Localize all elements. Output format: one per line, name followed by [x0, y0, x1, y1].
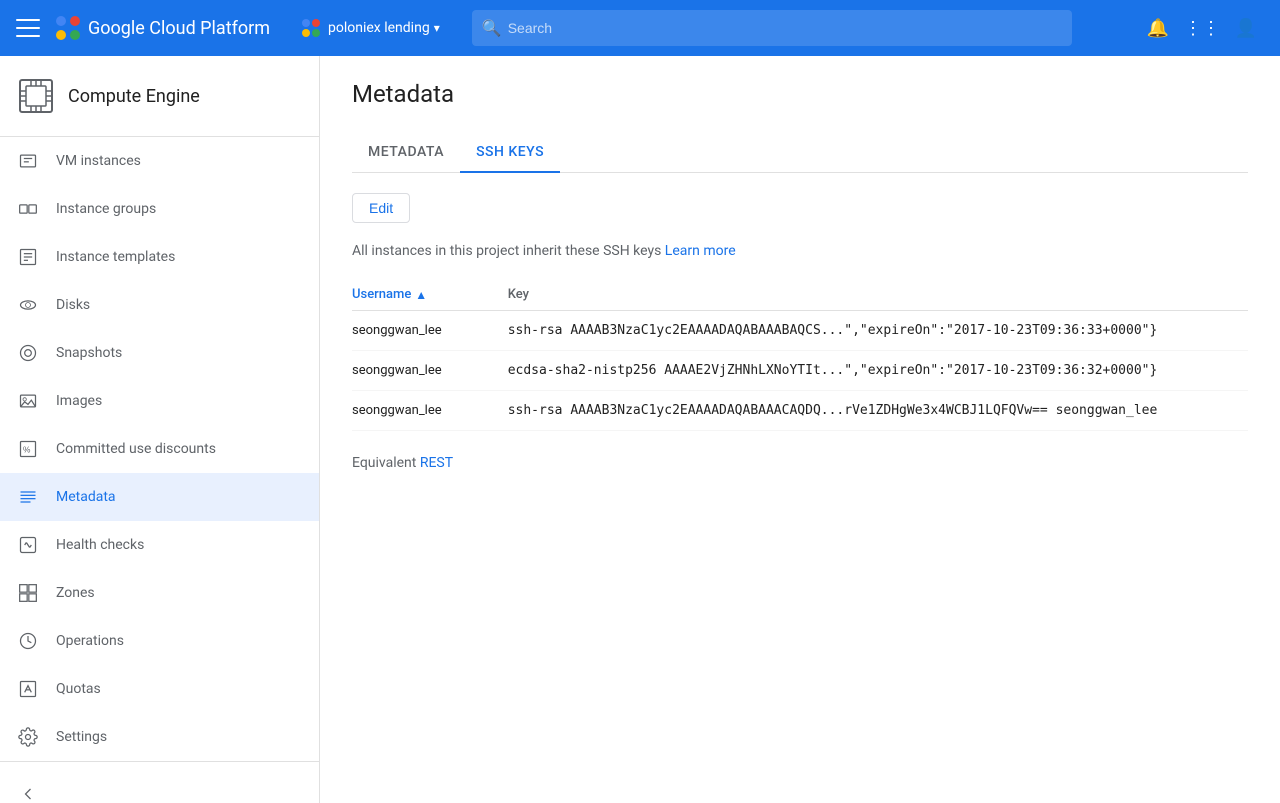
topbar-right-actions: 🔔 ⋮⋮ 👤 [1140, 10, 1264, 46]
chevron-down-icon: ▾ [434, 21, 440, 35]
username-column-header[interactable]: Username ▲ [352, 279, 508, 311]
edit-button[interactable]: Edit [352, 193, 410, 223]
vm-instances-icon [16, 149, 40, 173]
search-icon: 🔍 [482, 19, 502, 38]
sidebar-collapse-button[interactable] [0, 770, 319, 803]
project-name: poloniex lending [328, 20, 430, 36]
menu-button[interactable] [16, 16, 40, 40]
key-cell: ecdsa-sha2-nistp256 AAAAE2VjZHNhLXNoYTIt… [508, 351, 1248, 391]
sidebar-item-label: VM instances [56, 153, 141, 169]
sidebar-item-label: Instance groups [56, 201, 156, 217]
main-content: Metadata Metadata SSH Keys Edit All inst… [320, 56, 1280, 803]
table-row: seonggwan_lee ssh-rsa AAAAB3NzaC1yc2EAAA… [352, 391, 1248, 431]
sidebar-item-snapshots[interactable]: Snapshots [0, 329, 319, 377]
search-input[interactable] [472, 10, 1072, 46]
svg-text:%: % [23, 444, 31, 454]
collapse-icon [16, 782, 40, 803]
table-row: seonggwan_lee ecdsa-sha2-nistp256 AAAAE2… [352, 351, 1248, 391]
images-icon [16, 389, 40, 413]
quotas-icon [16, 677, 40, 701]
inherit-description: All instances in this project inherit th… [352, 243, 1248, 259]
sidebar: Compute Engine VM instances Instance gro… [0, 56, 320, 803]
settings-icon [16, 725, 40, 749]
sidebar-item-operations[interactable]: Operations [0, 617, 319, 665]
sidebar-item-images[interactable]: Images [0, 377, 319, 425]
health-checks-icon [16, 533, 40, 557]
sidebar-footer [0, 761, 319, 803]
topbar: Google Cloud Platform poloniex lending ▾… [0, 0, 1280, 56]
sidebar-item-label: Images [56, 393, 102, 409]
sort-asc-icon: ▲ [415, 288, 427, 302]
project-dots-icon [302, 19, 320, 37]
sidebar-item-settings[interactable]: Settings [0, 713, 319, 761]
notifications-icon[interactable]: 🔔 [1140, 10, 1176, 46]
instance-templates-icon [16, 245, 40, 269]
sidebar-item-zones[interactable]: Zones [0, 569, 319, 617]
sidebar-item-label: Disks [56, 297, 90, 313]
platform-name: Google Cloud Platform [88, 18, 270, 39]
disks-icon [16, 293, 40, 317]
ssh-keys-table: Username ▲ Key seonggwan_lee ssh-rsa AAA… [352, 279, 1248, 431]
sidebar-title: Compute Engine [68, 86, 200, 107]
key-cell: ssh-rsa AAAAB3NzaC1yc2EAAAADAQABAAACAQDQ… [508, 391, 1248, 431]
sidebar-item-label: Operations [56, 633, 124, 649]
equivalent-rest-section: Equivalent REST [352, 455, 1248, 471]
key-cell: ssh-rsa AAAAB3NzaC1yc2EAAAADAQABAAABAQCS… [508, 311, 1248, 351]
learn-more-link[interactable]: Learn more [665, 243, 736, 259]
rest-link[interactable]: REST [420, 455, 453, 471]
sidebar-item-committed-use[interactable]: % Committed use discounts [0, 425, 319, 473]
sidebar-item-label: Health checks [56, 537, 144, 553]
account-icon[interactable]: 👤 [1228, 10, 1264, 46]
instance-groups-icon [16, 197, 40, 221]
tabs-container: Metadata SSH Keys [352, 132, 1248, 173]
platform-logo: Google Cloud Platform [56, 16, 270, 40]
logo-dots-icon [56, 16, 80, 40]
sidebar-item-disks[interactable]: Disks [0, 281, 319, 329]
sidebar-item-label: Zones [56, 585, 95, 601]
sidebar-header: Compute Engine [0, 56, 319, 137]
sidebar-item-vm-instances[interactable]: VM instances [0, 137, 319, 185]
metadata-icon [16, 485, 40, 509]
username-cell: seonggwan_lee [352, 351, 508, 391]
sidebar-item-label: Metadata [56, 489, 116, 505]
key-column-header: Key [508, 279, 1248, 311]
zones-icon [16, 581, 40, 605]
main-layout: Compute Engine VM instances Instance gro… [0, 56, 1280, 803]
compute-engine-icon [16, 76, 56, 116]
tab-ssh-keys[interactable]: SSH Keys [460, 132, 560, 172]
sidebar-item-instance-groups[interactable]: Instance groups [0, 185, 319, 233]
apps-icon[interactable]: ⋮⋮ [1184, 10, 1220, 46]
sidebar-item-label: Snapshots [56, 345, 122, 361]
committed-use-icon: % [16, 437, 40, 461]
sidebar-item-label: Committed use discounts [56, 441, 216, 457]
sidebar-item-instance-templates[interactable]: Instance templates [0, 233, 319, 281]
sidebar-item-label: Quotas [56, 681, 101, 697]
username-cell: seonggwan_lee [352, 391, 508, 431]
project-selector[interactable]: poloniex lending ▾ [294, 15, 448, 41]
username-cell: seonggwan_lee [352, 311, 508, 351]
sidebar-item-health-checks[interactable]: Health checks [0, 521, 319, 569]
sidebar-item-metadata[interactable]: Metadata [0, 473, 319, 521]
operations-icon [16, 629, 40, 653]
tab-metadata[interactable]: Metadata [352, 132, 460, 172]
snapshots-icon [16, 341, 40, 365]
page-title: Metadata [352, 80, 1248, 108]
sidebar-item-label: Instance templates [56, 249, 175, 265]
table-row: seonggwan_lee ssh-rsa AAAAB3NzaC1yc2EAAA… [352, 311, 1248, 351]
search-bar: 🔍 [472, 10, 1072, 46]
sidebar-item-quotas[interactable]: Quotas [0, 665, 319, 713]
sidebar-navigation: VM instances Instance groups Instance te… [0, 137, 319, 761]
sidebar-item-label: Settings [56, 729, 107, 745]
